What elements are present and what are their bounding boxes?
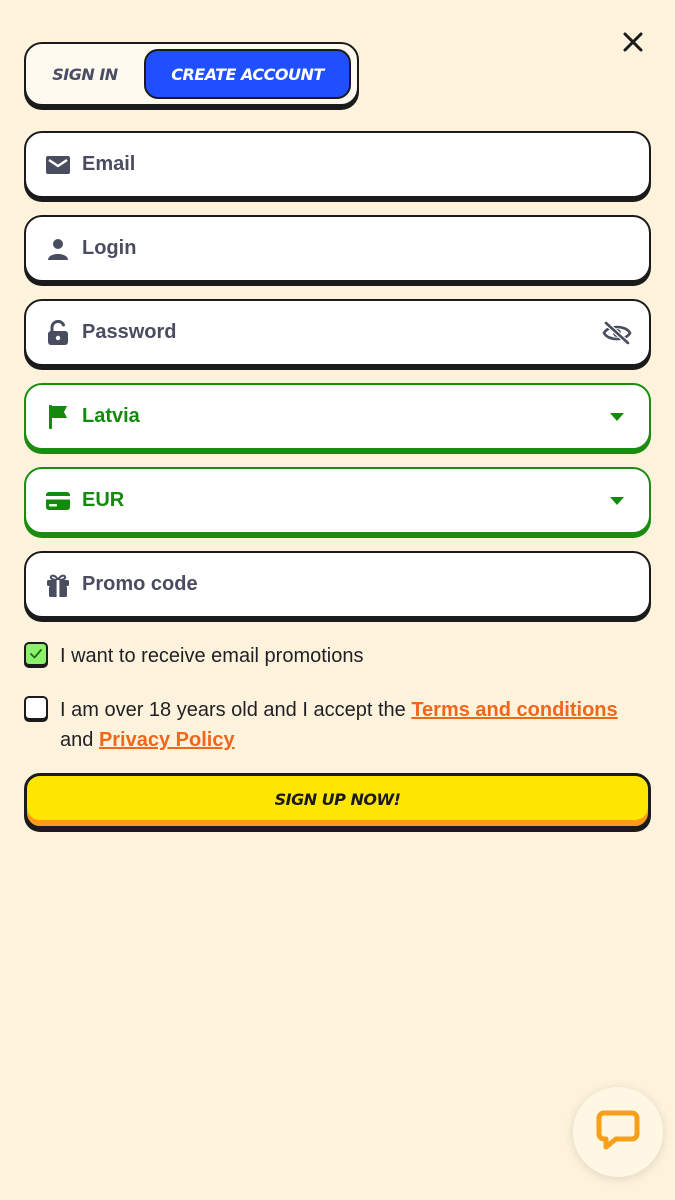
chat-button[interactable] xyxy=(573,1087,663,1177)
tab-create-account[interactable]: CREATE ACCOUNT xyxy=(144,49,351,99)
privacy-policy-link[interactable]: Privacy Policy xyxy=(99,729,235,751)
login-field xyxy=(24,215,651,282)
password-input[interactable] xyxy=(82,301,601,364)
lock-open-icon xyxy=(44,319,72,347)
gift-icon xyxy=(44,571,72,599)
age-terms-label: I am over 18 years old and I accept the … xyxy=(60,695,618,755)
country-value: Latvia xyxy=(82,405,140,427)
caret-down-icon[interactable] xyxy=(601,401,633,433)
caret-down-icon[interactable] xyxy=(601,485,633,517)
envelope-icon xyxy=(44,151,72,179)
credit-card-icon xyxy=(44,487,72,515)
promo-code-input[interactable] xyxy=(82,553,649,616)
age-terms-middle: and xyxy=(60,729,99,751)
promotions-consent: I want to receive email promotions xyxy=(24,641,651,671)
login-input[interactable] xyxy=(82,217,649,280)
promotions-checkbox[interactable] xyxy=(24,642,48,666)
sign-up-button[interactable]: SIGN UP NOW! xyxy=(24,773,651,829)
password-field xyxy=(24,299,651,366)
terms-link[interactable]: Terms and conditions xyxy=(411,699,617,721)
promotions-label: I want to receive email promotions xyxy=(60,645,364,667)
currency-value: EUR xyxy=(82,489,125,511)
age-terms-prefix: I am over 18 years old and I accept the xyxy=(60,699,412,721)
currency-select[interactable]: EUR xyxy=(24,467,651,534)
email-input[interactable] xyxy=(82,133,649,196)
close-icon[interactable] xyxy=(620,29,646,55)
chat-bubble-icon xyxy=(596,1110,640,1155)
country-select[interactable]: Latvia xyxy=(24,383,651,450)
auth-tabs: SIGN IN CREATE ACCOUNT xyxy=(24,42,359,106)
age-terms-consent: I am over 18 years old and I accept the … xyxy=(24,695,651,755)
tab-sign-in[interactable]: SIGN IN xyxy=(26,49,144,99)
age-terms-checkbox[interactable] xyxy=(24,696,48,720)
email-field xyxy=(24,131,651,198)
promo-code-field xyxy=(24,551,651,618)
flag-icon xyxy=(44,403,72,431)
user-icon xyxy=(44,235,72,263)
eye-slash-icon[interactable] xyxy=(601,317,633,349)
